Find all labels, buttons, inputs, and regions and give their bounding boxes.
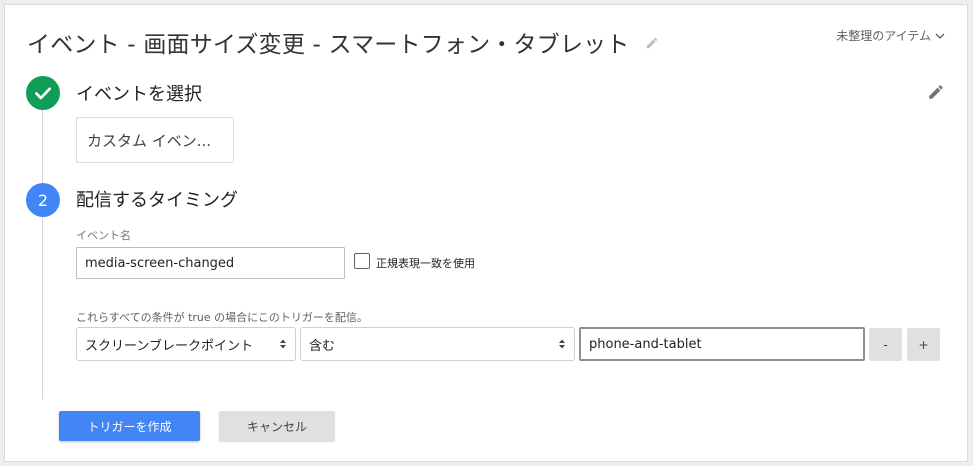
step1-title: イベントを選択 <box>76 84 202 105</box>
chevron-down-icon <box>935 33 945 39</box>
variable-select-value: スクリーンブレークポイント <box>85 338 253 354</box>
add-condition-button[interactable]: + <box>907 328 940 361</box>
edit-pencil-icon[interactable] <box>927 83 945 101</box>
regex-label: 正規表現一致を使用 <box>376 257 475 270</box>
operator-select[interactable]: 含む <box>300 327 575 361</box>
create-trigger-button[interactable]: トリガーを作成 <box>59 411 200 441</box>
remove-condition-button[interactable]: - <box>869 328 902 361</box>
condition-value-input[interactable]: phone-and-tablet <box>579 327 865 361</box>
event-type-card[interactable]: カスタム イベン... <box>76 117 234 163</box>
step1-complete-badge <box>26 76 60 110</box>
operator-select-value: 含む <box>309 338 336 354</box>
title-edit-icon[interactable] <box>645 36 659 50</box>
condition-description: これらすべての条件が true の場合にこのトリガーを配信。 <box>76 311 368 324</box>
folder-label: 未整理のアイテム <box>836 29 931 43</box>
variable-select[interactable]: スクリーンブレークポイント <box>76 327 296 361</box>
select-arrows-icon <box>559 339 565 349</box>
page-title[interactable]: イベント - 画面サイズ変更 - スマートフォン・タブレット <box>27 25 629 59</box>
folder-selector[interactable]: 未整理のアイテム <box>836 27 945 44</box>
check-icon <box>35 87 52 100</box>
trigger-editor-card: イベント - 画面サイズ変更 - スマートフォン・タブレット 未整理のアイテム … <box>4 4 968 462</box>
cancel-button[interactable]: キャンセル <box>219 411 335 441</box>
regex-checkbox[interactable] <box>354 253 370 269</box>
event-name-input[interactable]: media-screen-changed <box>76 247 345 279</box>
step2-number-badge: 2 <box>26 183 60 217</box>
event-name-label: イベント名 <box>76 229 131 242</box>
step-connector-line <box>42 109 43 399</box>
select-arrows-icon <box>280 339 286 349</box>
step2-title: 配信するタイミング <box>76 190 238 211</box>
